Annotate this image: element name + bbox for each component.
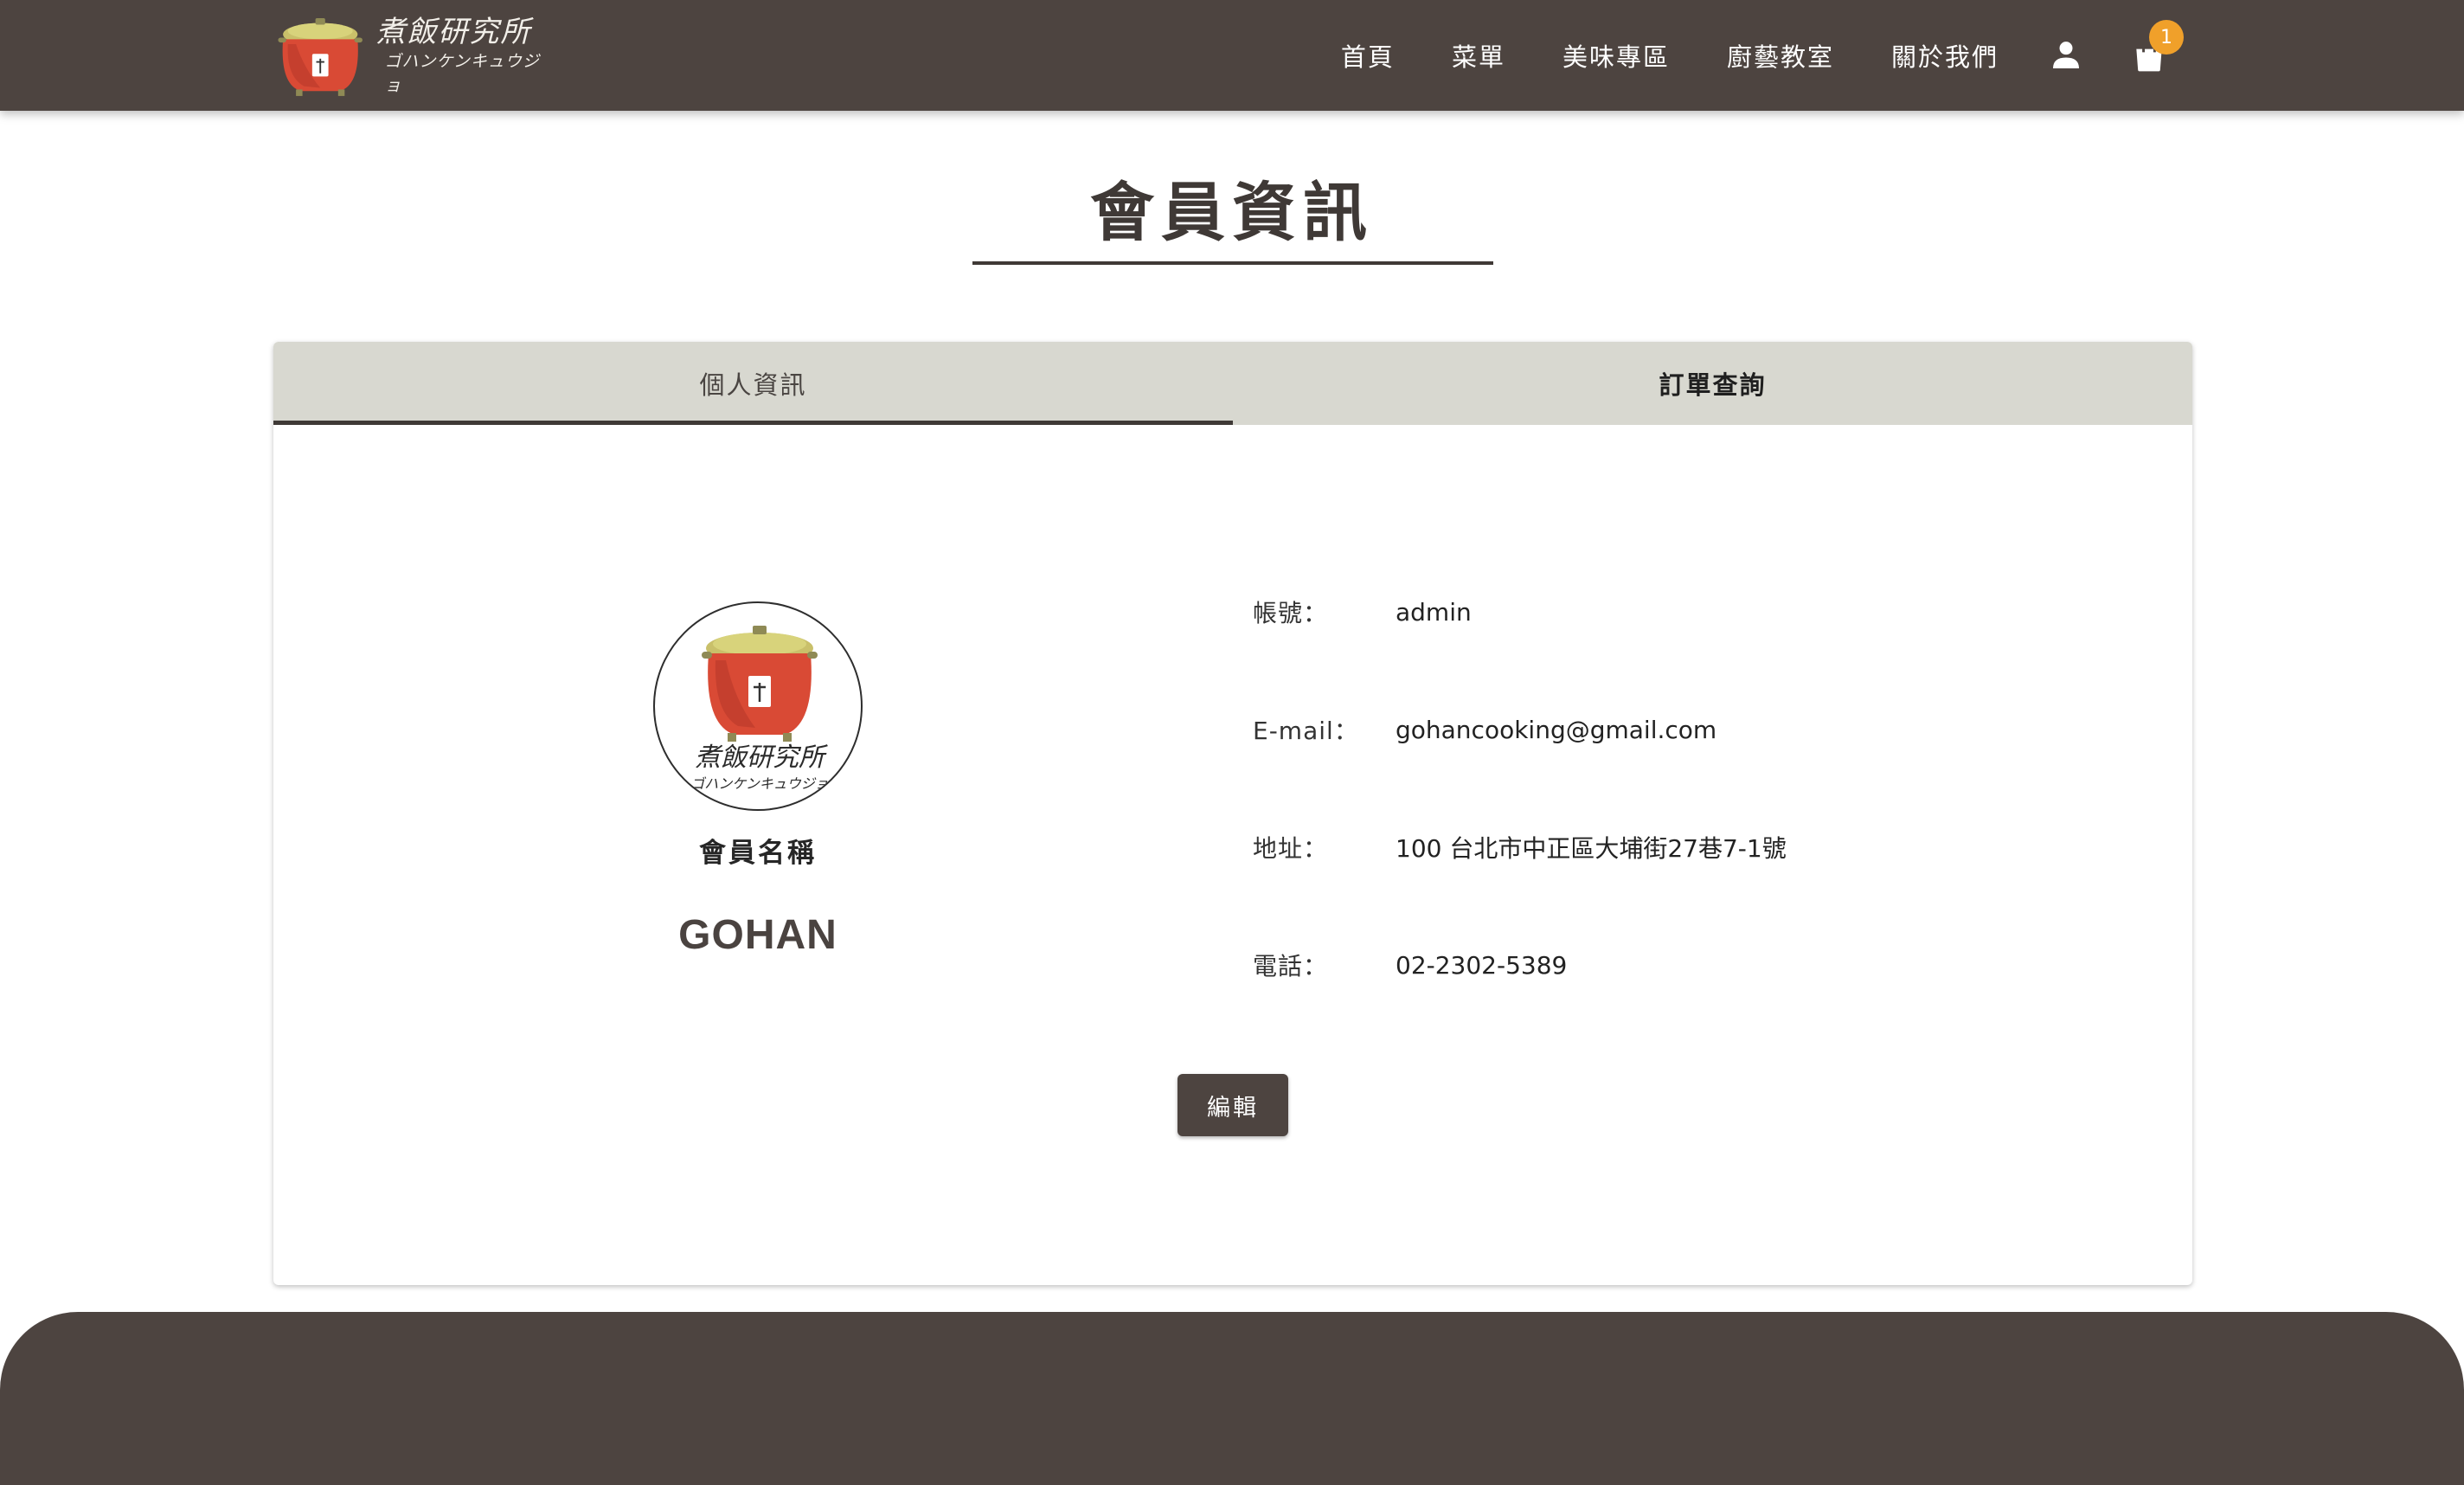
user-account-button[interactable] <box>2040 29 2092 81</box>
account-label: 帳號： <box>1253 599 1329 627</box>
phone-label: 電話： <box>1253 952 1329 980</box>
edit-button[interactable]: 編輯 <box>1177 1074 1288 1136</box>
tab-profile-label: 個人資訊 <box>699 370 807 400</box>
tab-orders[interactable]: 訂單查詢 <box>1233 342 2192 425</box>
brand-text: 煮飯研究所 ゴハンケンキュウジョ <box>375 15 549 98</box>
info-row-phone: 電話： 02-2302-5389 <box>1253 946 1567 984</box>
address-label: 地址： <box>1253 834 1329 863</box>
tab-bar: 個人資訊 訂單查詢 <box>273 342 2192 425</box>
rice-cooker-logo-icon <box>278 17 363 96</box>
title-underline <box>972 261 1493 265</box>
account-value: admin <box>1396 597 1472 627</box>
tab-profile[interactable]: 個人資訊 <box>273 342 1233 425</box>
nav-item-menu[interactable]: 菜單 <box>1452 37 1505 74</box>
brand-name: 煮飯研究所 <box>375 15 532 49</box>
user-icon <box>2053 42 2079 68</box>
email-label: E-mail： <box>1253 717 1359 745</box>
main-nav: 首頁 菜單 美味專區 廚藝教室 關於我們 <box>1341 0 1999 111</box>
member-name-value: GOHAN <box>678 912 837 958</box>
rice-cooker-avatar-icon: 煮飯研究所 ゴハンケンキュウジョ <box>690 626 829 792</box>
avatar-brand-name: 煮飯研究所 <box>695 742 828 773</box>
nav-item-cooking-class[interactable]: 廚藝教室 <box>1727 37 1834 74</box>
avatar-brand-kana: ゴハンケンキュウジョ <box>690 775 829 792</box>
nav-item-about[interactable]: 關於我們 <box>1891 37 1999 74</box>
info-row-address: 地址： 100 台北市中正區大埔街27巷7-1號 <box>1253 828 1787 866</box>
nav-item-home[interactable]: 首頁 <box>1341 37 1395 74</box>
page-title: 會員資訊 <box>1090 176 1374 250</box>
member-info-card: 個人資訊 訂單查詢 煮飯研究所 ゴハンケンキュウジョ 會員名稱 GOHAN 帳號… <box>273 342 2192 1285</box>
member-name-label: 會員名稱 <box>699 838 817 869</box>
brand-logo[interactable]: 煮飯研究所 ゴハンケンキュウジョ <box>272 9 549 104</box>
phone-value: 02-2302-5389 <box>1396 950 1568 980</box>
avatar: 煮飯研究所 ゴハンケンキュウジョ <box>653 601 863 811</box>
site-header: 煮飯研究所 ゴハンケンキュウジョ 首頁 菜單 美味專區 廚藝教室 關於我們 1 <box>0 0 2464 111</box>
active-tab-indicator <box>273 421 1233 425</box>
tab-orders-label: 訂單查詢 <box>1659 370 1767 400</box>
info-row-account: 帳號： admin <box>1253 593 1472 631</box>
brand-name-kana: ゴハンケンキュウジョ <box>384 52 540 95</box>
nav-item-delicacies[interactable]: 美味專區 <box>1562 37 1670 74</box>
site-footer <box>0 1312 2464 1485</box>
info-row-email: E-mail： gohancooking@gmail.com <box>1253 710 1716 749</box>
email-value: gohancooking@gmail.com <box>1396 715 1717 744</box>
cart-count-badge: 1 <box>2149 20 2184 55</box>
address-value: 100 台北市中正區大埔街27巷7-1號 <box>1396 834 1787 863</box>
